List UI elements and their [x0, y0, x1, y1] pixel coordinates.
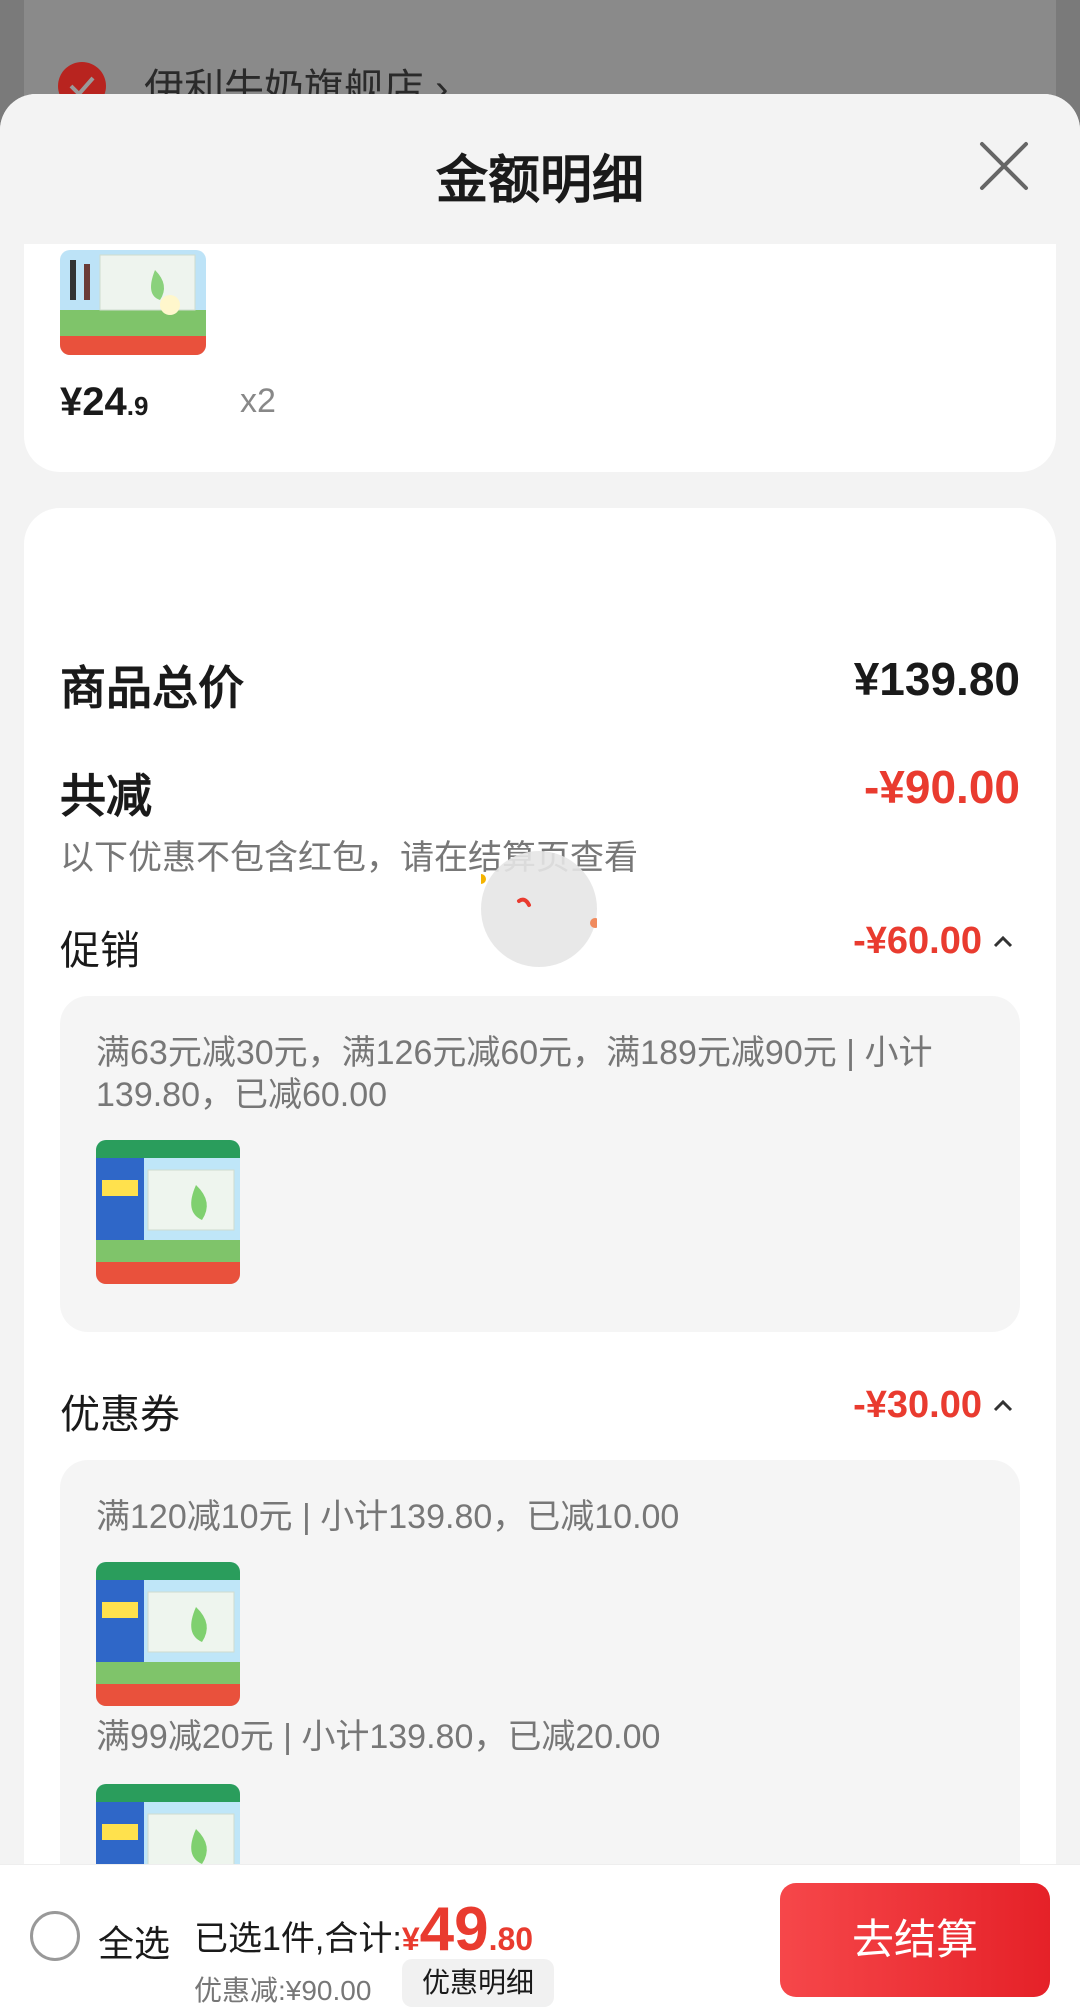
select-all-radio[interactable] — [30, 1911, 80, 1961]
goods-total-label: 商品总价 — [60, 662, 244, 714]
product-thumbnail — [96, 1562, 240, 1706]
total-currency: ¥ — [401, 1921, 420, 1957]
saving-text: 优惠减:¥90.00 — [194, 1975, 372, 2006]
coupon-toggle[interactable]: -¥30.00 — [853, 1384, 1014, 1427]
promotion-toggle[interactable]: -¥60.00 — [853, 920, 1014, 963]
sheet-title: 金额明细 — [435, 152, 644, 210]
product-thumbnail — [60, 250, 206, 355]
total-decimal: .80 — [488, 1921, 534, 1957]
goods-total-value: ¥139.80 — [853, 653, 1020, 705]
coupon-label: 优惠券 — [60, 1393, 180, 1437]
close-icon[interactable] — [976, 138, 1032, 194]
total-summary: 已选1件,合计: ¥ 49 .80 — [194, 1895, 534, 1964]
price-breakdown-card: 商品总价 ¥139.80 共减 -¥90.00 以下优惠不包含红包，请在结算页查… — [24, 508, 1056, 2014]
sheet-header: 金额明细 — [0, 94, 1080, 244]
total-integer: 49 — [419, 1895, 489, 1964]
select-all-label[interactable]: 全选 — [98, 1915, 170, 1967]
product-quantity: x2 — [240, 382, 276, 420]
discount-value: -¥90.00 — [863, 761, 1020, 813]
checkout-button[interactable]: 去结算 — [780, 1883, 1050, 1997]
discount-detail-button[interactable]: 优惠明细 — [402, 1959, 554, 2007]
coupon-detail-text: 满99减20元 | 小计139.80，已减20.00 — [96, 1718, 661, 1756]
amount-detail-sheet: ¥24.9 x2 金额明细 商品总价 ¥139.80 共减 -¥90.00 以下… — [0, 94, 1080, 2014]
bottom-action-bar: 全选 已选1件,合计: ¥ 49 .80 优惠减:¥90.00 优惠明细 去结算 — [0, 1864, 1080, 2014]
discount-label: 共减 — [60, 770, 152, 822]
chevron-up-icon — [993, 1399, 1013, 1411]
promotion-value: -¥60.00 — [853, 920, 982, 962]
product-thumbnail — [96, 1140, 240, 1284]
chevron-up-icon — [993, 935, 1013, 947]
selected-count-text: 已选1件,合计: — [194, 1920, 402, 1958]
promotion-detail-text: 满63元减30元，满126元减60元，满189元减90元 | 小计139.80，… — [96, 1034, 933, 1114]
loading-spinner-icon — [476, 851, 600, 967]
coupon-value: -¥30.00 — [853, 1384, 982, 1426]
promotion-detail-panel: 满63元减30元，满126元减60元，满189元减90元 | 小计139.80，… — [60, 996, 1020, 1332]
coupon-detail-text: 满120减10元 | 小计139.80，已减10.00 — [96, 1498, 680, 1536]
product-price: ¥24.9 — [60, 380, 149, 424]
promotion-label: 促销 — [60, 929, 140, 973]
